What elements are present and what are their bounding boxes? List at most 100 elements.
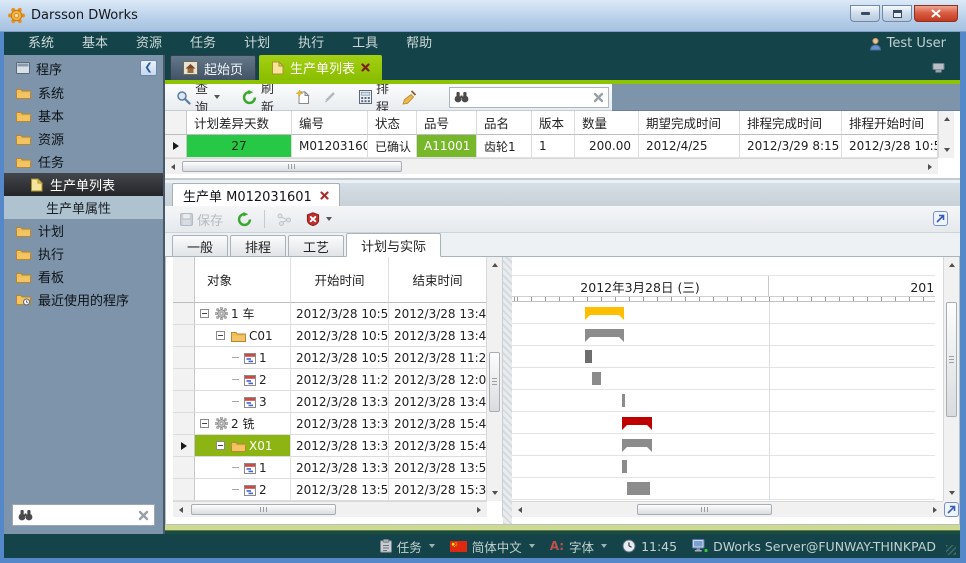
sidebar-item-kanban[interactable]: 看板: [4, 265, 163, 288]
relations-button[interactable]: [272, 211, 297, 228]
gantt-bar-task[interactable]: [592, 372, 601, 385]
sidebar-search-input[interactable]: [37, 508, 134, 522]
resize-grip-icon[interactable]: [946, 545, 956, 555]
column-header-code[interactable]: 编号: [292, 111, 368, 135]
sidebar-item-system[interactable]: 系统: [4, 81, 163, 104]
grid-filter-input[interactable]: [473, 90, 589, 104]
table-row[interactable]: 12012/3/28 13:302012/3/28 13:50: [173, 457, 502, 479]
gantt-bar-summary[interactable]: [585, 329, 624, 337]
restore-button[interactable]: [882, 5, 912, 22]
sidebar-item-production-order-list[interactable]: 生产单列表: [4, 173, 163, 196]
gantt-hscrollbar[interactable]: [512, 501, 943, 517]
status-task-dropdown[interactable]: 任务: [380, 537, 435, 556]
column-header-qty[interactable]: 数量: [575, 111, 639, 135]
column-header-sched-start[interactable]: 排程开始时间: [842, 111, 938, 135]
sidebar-item-task[interactable]: 任务: [4, 150, 163, 173]
gantt-vscrollbar[interactable]: [943, 257, 959, 501]
close-doc-icon[interactable]: [320, 191, 329, 200]
subtab-general[interactable]: 一般: [172, 235, 228, 256]
table-vscrollbar[interactable]: [486, 257, 502, 501]
sidebar-item-recent-programs[interactable]: 最近使用的程序: [4, 288, 163, 311]
subtab-process[interactable]: 工艺: [288, 235, 344, 256]
gantt-bar-task[interactable]: [585, 350, 592, 363]
sidebar-item-execute[interactable]: 执行: [4, 242, 163, 265]
table-row[interactable]: 2 铣2012/3/28 13:302012/3/28 15:40: [173, 413, 502, 435]
table-row[interactable]: 1 车2012/3/28 10:522012/3/28 13:40: [173, 303, 502, 325]
grid-hscrollbar[interactable]: [165, 158, 938, 174]
gantt-bar-task[interactable]: [627, 482, 650, 495]
menu-item-tools[interactable]: 工具: [338, 32, 392, 55]
collapse-sidebar-button[interactable]: ❮: [140, 60, 157, 76]
menu-item-execute[interactable]: 执行: [284, 32, 338, 55]
grid-data-row[interactable]: 27M012031601已确认A11001齿轮11200.002012/4/25…: [165, 135, 938, 158]
collapse-node-button[interactable]: [200, 309, 209, 318]
menu-item-plan[interactable]: 计划: [230, 32, 284, 55]
collapse-node-button[interactable]: [216, 331, 225, 340]
status-font-dropdown[interactable]: A: 字体: [550, 537, 607, 556]
column-header-item-name[interactable]: 品名: [477, 111, 532, 135]
subtab-schedule[interactable]: 排程: [230, 235, 286, 256]
status-language-dropdown[interactable]: 简体中文: [450, 537, 535, 556]
table-column-header[interactable]: 对象: [195, 257, 291, 303]
end-time-cell: 2012/3/28 15:40: [389, 435, 487, 457]
column-header-status[interactable]: 状态: [368, 111, 417, 135]
table-row[interactable]: 22012/3/28 13:502012/3/28 15:30: [173, 479, 502, 501]
minimize-button[interactable]: [850, 5, 880, 22]
gantt-bar-summary[interactable]: [622, 439, 652, 447]
gantt-hscroll-thumb[interactable]: [637, 504, 772, 515]
grid-vscrollbar[interactable]: [938, 111, 954, 158]
menu-item-basic[interactable]: 基本: [68, 32, 122, 55]
tab-home[interactable]: 起始页: [170, 55, 256, 80]
table-row[interactable]: 32012/3/28 13:302012/3/28 13:40: [173, 391, 502, 413]
clear-schedule-button[interactable]: [397, 88, 422, 107]
column-header-item-no[interactable]: 品号: [417, 111, 477, 135]
table-column-header[interactable]: 开始时间: [291, 257, 389, 303]
table-row[interactable]: X012012/3/28 13:302012/3/28 15:40: [173, 435, 502, 457]
collapse-node-button[interactable]: [200, 419, 209, 428]
menu-item-resource[interactable]: 资源: [122, 32, 176, 55]
column-header-version[interactable]: 版本: [532, 111, 575, 135]
table-column-header[interactable]: 结束时间: [389, 257, 487, 303]
sidebar-item-plan[interactable]: 计划: [4, 219, 163, 242]
gantt-bar-summary[interactable]: [622, 417, 652, 425]
gear-icon: [215, 307, 228, 320]
pin-tabs-icon[interactable]: [931, 61, 946, 74]
table-hscroll-thumb[interactable]: [191, 504, 336, 515]
sidebar-item-basic[interactable]: 基本: [4, 104, 163, 127]
menu-item-system[interactable]: 系统: [14, 32, 68, 55]
popout-icon[interactable]: [933, 211, 948, 226]
menu-item-task[interactable]: 任务: [176, 32, 230, 55]
new-button[interactable]: [291, 88, 315, 107]
table-row[interactable]: 22012/3/28 11:222012/3/28 12:00: [173, 369, 502, 391]
clear-search-icon[interactable]: [138, 510, 149, 521]
close-button[interactable]: [914, 5, 958, 22]
gantt-maximize-button[interactable]: [943, 501, 959, 517]
table-row[interactable]: 12012/3/28 10:522012/3/28 11:22: [173, 347, 502, 369]
gantt-bar-task[interactable]: [622, 460, 627, 473]
menu-item-help[interactable]: 帮助: [392, 32, 446, 55]
gantt-bar-summary[interactable]: [585, 307, 624, 315]
refresh-detail-button[interactable]: [232, 210, 257, 229]
tab-production-order-list[interactable]: 生产单列表: [259, 55, 382, 80]
splitter[interactable]: [503, 257, 512, 524]
table-row[interactable]: C012012/3/28 10:522012/3/28 13:40: [173, 325, 502, 347]
edit-button[interactable]: [318, 88, 342, 106]
gantt-vscroll-thumb[interactable]: [946, 302, 957, 417]
column-header-expected-finish[interactable]: 期望完成时间: [639, 111, 740, 135]
table-hscrollbar[interactable]: [173, 501, 487, 517]
gantt-bar-task[interactable]: [622, 394, 625, 407]
subtab-plan-vs-actual[interactable]: 计划与实际: [346, 233, 441, 257]
user-badge[interactable]: Test User: [869, 36, 950, 51]
validate-button[interactable]: [301, 210, 337, 228]
tab-production-order-doc[interactable]: 生产单 M012031601: [172, 183, 340, 206]
table-vscroll-thumb[interactable]: [489, 352, 500, 412]
sidebar-item-production-order-props[interactable]: 生产单属性: [4, 196, 163, 219]
grid-hscroll-thumb[interactable]: [182, 161, 402, 172]
sidebar-item-resource[interactable]: 资源: [4, 127, 163, 150]
clear-filter-icon[interactable]: [593, 92, 604, 103]
close-tab-icon[interactable]: [361, 63, 370, 72]
save-button[interactable]: 保存: [175, 208, 228, 231]
column-header-plan-diff-days[interactable]: 计划差异天数: [187, 111, 292, 135]
collapse-node-button[interactable]: [216, 441, 225, 450]
column-header-sched-finish[interactable]: 排程完成时间: [740, 111, 842, 135]
